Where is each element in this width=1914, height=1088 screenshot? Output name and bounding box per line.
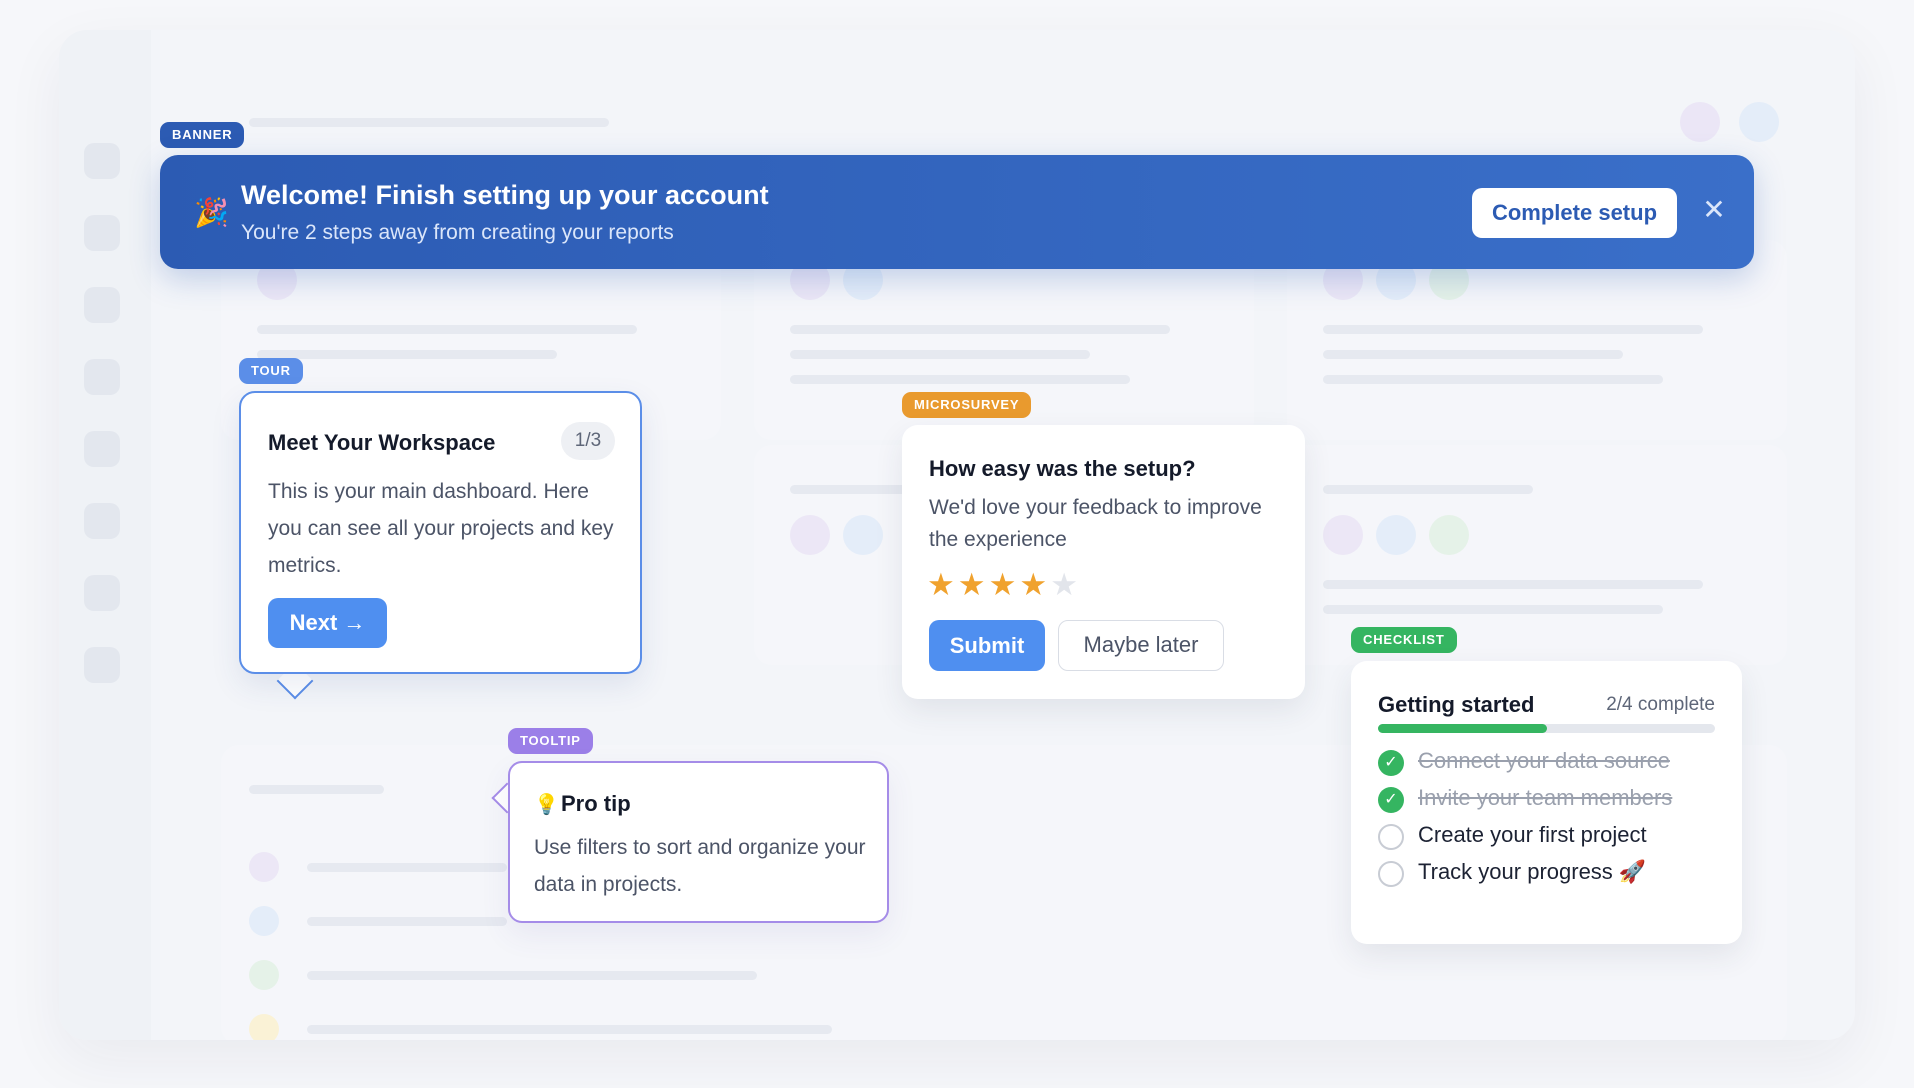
avatar[interactable] [1680, 102, 1720, 142]
microsurvey-card: How easy was the setup? We'd love your f… [902, 425, 1305, 699]
star-icon[interactable]: ★ [1019, 567, 1050, 602]
placeholder-line [1323, 325, 1703, 334]
sidebar-item[interactable] [84, 215, 120, 251]
sidebar-item[interactable] [84, 647, 120, 683]
survey-body: We'd love your feedback to improve the e… [929, 496, 1262, 551]
placeholder-line [790, 375, 1130, 384]
sidebar-item[interactable] [84, 143, 120, 179]
placeholder-card [1287, 240, 1787, 440]
tour-step-badge: 1/3 [561, 422, 615, 460]
empty-circle-icon[interactable] [1378, 861, 1404, 887]
star-rating[interactable]: ★★★★★ [927, 567, 1081, 603]
checklist-progress [1378, 724, 1715, 733]
checklist-tag: CHECKLIST [1351, 627, 1457, 653]
placeholder-avatar [1323, 515, 1363, 555]
check-icon[interactable]: ✓ [1378, 750, 1404, 776]
placeholder-line [1323, 375, 1663, 384]
close-icon[interactable]: ✕ [1697, 193, 1731, 227]
tour-title: Meet Your Workspace [268, 430, 496, 455]
placeholder-line [1323, 605, 1663, 614]
checklist-item-label: Create your first project [1418, 822, 1647, 847]
placeholder-avatar [1429, 515, 1469, 555]
placeholder-line [249, 785, 384, 794]
star-icon[interactable]: ★ [989, 567, 1020, 602]
banner-title: Welcome! Finish setting up your account [241, 180, 769, 210]
complete-setup-button[interactable]: Complete setup [1472, 188, 1677, 238]
placeholder-avatar [249, 1014, 279, 1040]
star-icon[interactable]: ★ [927, 567, 958, 602]
placeholder-line [1323, 580, 1703, 589]
checklist-progress-fill [1378, 724, 1547, 733]
checklist-item-label: Track your progress 🚀 [1418, 859, 1647, 884]
lightbulb-icon: 💡 [534, 794, 559, 816]
banner-subtitle: You're 2 steps away from creating your r… [241, 221, 674, 244]
survey-title: How easy was the setup? [929, 456, 1196, 481]
maybe-later-button[interactable]: Maybe later [1058, 620, 1224, 671]
checklist-item[interactable]: Track your progress 🚀 [1378, 858, 1718, 888]
placeholder-avatar [249, 906, 279, 936]
checklist-item-label: Invite your team members [1418, 785, 1673, 810]
party-popper-icon: 🎉 [194, 197, 229, 228]
placeholder-avatar [249, 852, 279, 882]
empty-circle-icon[interactable] [1378, 824, 1404, 850]
star-icon[interactable]: ★ [958, 567, 989, 602]
tour-card: Meet Your Workspace 1/3 This is your mai… [239, 391, 642, 674]
placeholder-line [790, 350, 1090, 359]
microsurvey-tag: MICROSURVEY [902, 392, 1032, 418]
sidebar-item[interactable] [84, 575, 120, 611]
placeholder-line [1323, 350, 1623, 359]
tooltip-body: Use filters to sort and organize your da… [534, 836, 866, 896]
next-button[interactable]: Next → [268, 598, 387, 648]
checklist-title: Getting started [1378, 692, 1535, 717]
placeholder-line [249, 118, 609, 127]
sidebar-item[interactable] [84, 431, 120, 467]
avatar[interactable] [1739, 102, 1779, 142]
placeholder-line [257, 325, 637, 334]
tour-body: This is your main dashboard. Here you ca… [268, 480, 614, 577]
checklist-count: 2/4 complete [1606, 694, 1715, 715]
banner: 🎉 Welcome! Finish setting up your accoun… [160, 155, 1754, 269]
checklist-item[interactable]: Create your first project [1378, 821, 1718, 851]
placeholder-line [257, 350, 557, 359]
checklist-item-label: Connect your data source [1418, 748, 1670, 773]
placeholder-avatar [249, 960, 279, 990]
placeholder-line [307, 863, 507, 872]
tooltip-title: Pro tip [561, 791, 631, 816]
banner-tag: BANNER [160, 122, 245, 148]
star-icon[interactable]: ★ [1050, 567, 1081, 602]
placeholder-line [1323, 485, 1533, 494]
placeholder-avatar [843, 515, 883, 555]
sidebar-item[interactable] [84, 503, 120, 539]
check-icon[interactable]: ✓ [1378, 787, 1404, 813]
placeholder-line [307, 971, 757, 980]
tooltip-card: 💡 Pro tip Use filters to sort and organi… [508, 761, 889, 923]
checklist-item[interactable]: ✓ Invite your team members [1378, 784, 1718, 814]
checklist-item[interactable]: ✓ Connect your data source [1378, 747, 1718, 777]
placeholder-line [307, 917, 507, 926]
tour-tag: TOUR [239, 358, 303, 384]
placeholder-avatar [790, 515, 830, 555]
placeholder-line [790, 325, 1170, 334]
sidebar [59, 30, 151, 1040]
checklist-card: Getting started 2/4 complete ✓ Connect yo… [1351, 661, 1742, 944]
submit-button[interactable]: Submit [929, 620, 1045, 671]
placeholder-line [307, 1025, 832, 1034]
sidebar-item[interactable] [84, 287, 120, 323]
placeholder-avatar [1376, 515, 1416, 555]
tooltip-tag: TOOLTIP [508, 728, 593, 754]
sidebar-item[interactable] [84, 359, 120, 395]
